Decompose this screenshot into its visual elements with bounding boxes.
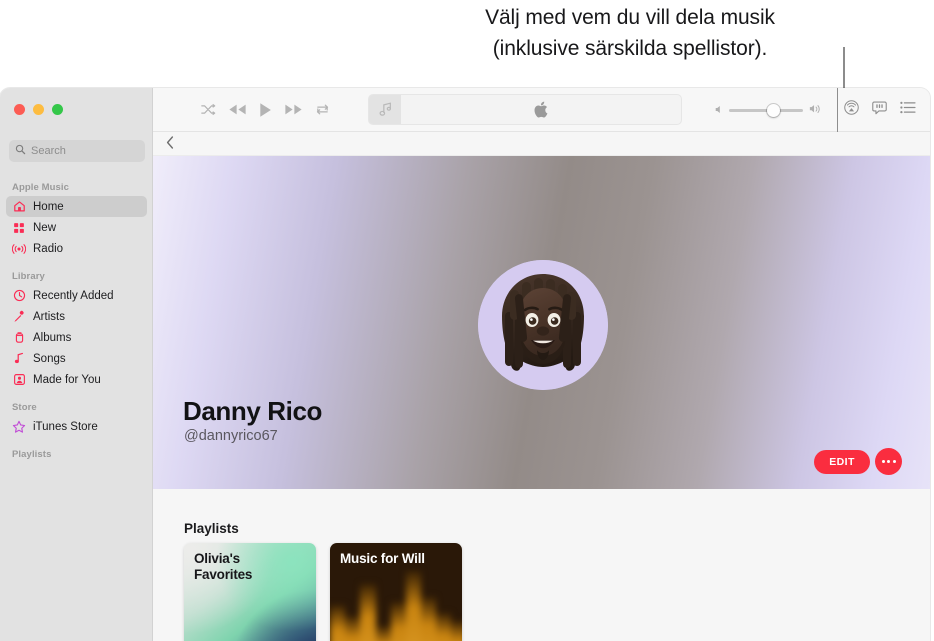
rewind-icon[interactable] xyxy=(228,103,247,116)
star-icon xyxy=(12,420,26,434)
sidebar-section-library-title: Library xyxy=(12,271,45,282)
sidebar-item-radio[interactable]: Radio xyxy=(6,238,147,259)
edit-button[interactable]: EDIT xyxy=(814,450,870,474)
transport-controls xyxy=(201,102,330,118)
profile-handle: @dannyrico67 xyxy=(184,428,278,444)
callout-line-1: Välj med vem du vill dela musik xyxy=(485,6,775,29)
microphone-icon xyxy=(12,310,26,324)
sidebar-item-new[interactable]: New xyxy=(6,217,147,238)
volume-low-icon xyxy=(715,101,723,119)
sidebar-item-label: Home xyxy=(33,200,64,213)
sidebar-item-label: Albums xyxy=(33,331,72,344)
sidebar-item-label: New xyxy=(33,221,57,234)
home-icon xyxy=(12,200,26,214)
playlist-artwork[interactable]: Olivia's Favorites xyxy=(184,543,316,641)
album-icon xyxy=(12,331,26,345)
profile-hero: Danny Rico @dannyrico67 EDIT xyxy=(153,156,930,489)
sidebar-item-label: iTunes Store xyxy=(33,420,98,433)
airplay-icon[interactable] xyxy=(844,100,859,120)
memoji-avatar xyxy=(478,260,608,390)
toolbar-right-buttons xyxy=(844,88,916,132)
now-playing-display[interactable] xyxy=(368,94,682,125)
sidebar-section-playlists-title: Playlists xyxy=(12,449,52,460)
shuffle-icon[interactable] xyxy=(201,103,216,116)
music-app-window: Search Apple Music Home New Radio Librar… xyxy=(0,88,930,641)
grid-icon xyxy=(12,221,26,235)
playlist-grid: Olivia's Favorites Olivia's Favorites Up… xyxy=(184,543,462,641)
search-placeholder: Search xyxy=(31,145,66,157)
sidebar-item-label: Songs xyxy=(33,352,66,365)
callout-line-2: (inklusive särskilda spellistor). xyxy=(492,37,768,60)
music-note-icon[interactable] xyxy=(369,95,401,124)
sidebar-item-itunes-store[interactable]: iTunes Store xyxy=(6,416,147,437)
volume-high-icon xyxy=(809,101,822,119)
toolbar-divider xyxy=(836,88,838,132)
repeat-icon[interactable] xyxy=(315,103,330,116)
sidebar-item-made-for-you[interactable]: Made for You xyxy=(6,369,147,390)
player-toolbar xyxy=(153,88,930,132)
search-icon xyxy=(15,142,26,160)
sidebar-item-albums[interactable]: Albums xyxy=(6,327,147,348)
play-icon[interactable] xyxy=(259,102,272,118)
minimize-button[interactable] xyxy=(33,104,44,115)
page-title: Danny Rico xyxy=(183,396,323,426)
playlist-card[interactable]: Music for Will Music for Will Updated 2 … xyxy=(330,543,462,641)
sidebar-item-label: Made for You xyxy=(33,373,101,386)
playlist-card[interactable]: Olivia's Favorites Olivia's Favorites Up… xyxy=(184,543,316,641)
lyrics-icon[interactable] xyxy=(872,101,887,120)
chevron-left-icon[interactable] xyxy=(166,135,174,152)
radio-icon xyxy=(12,242,26,256)
zoom-button[interactable] xyxy=(52,104,63,115)
sidebar-item-label: Radio xyxy=(33,242,64,255)
playlist-artwork[interactable]: Music for Will xyxy=(330,543,462,641)
callout-text: Välj med vem du vill dela musik (inklusi… xyxy=(400,2,860,64)
sidebar-item-label: Recently Added xyxy=(33,289,114,302)
music-note-icon xyxy=(12,352,26,366)
volume-control[interactable] xyxy=(715,88,822,132)
fast-forward-icon[interactable] xyxy=(284,103,303,116)
sidebar-sections: Apple Music Home New Radio Library Recen… xyxy=(0,170,153,463)
queue-list-icon[interactable] xyxy=(900,101,916,119)
volume-slider[interactable] xyxy=(729,103,803,117)
sidebar-item-label: Artists xyxy=(33,310,65,323)
sidebar-item-home[interactable]: Home xyxy=(6,196,147,217)
close-button[interactable] xyxy=(14,104,25,115)
ellipsis-icon xyxy=(881,460,896,463)
playlist-artwork-title: Olivia's Favorites xyxy=(194,551,253,582)
clock-icon xyxy=(12,289,26,303)
playlist-artwork-title: Music for Will xyxy=(340,551,425,566)
navigation-bar xyxy=(153,132,930,156)
playlists-heading: Playlists xyxy=(184,521,239,536)
person-card-icon xyxy=(12,373,26,387)
screenshot-root: Välj med vem du vill dela musik (inklusi… xyxy=(0,0,934,641)
search-input[interactable]: Search xyxy=(9,140,145,162)
window-controls xyxy=(14,104,63,115)
sidebar-item-songs[interactable]: Songs xyxy=(6,348,147,369)
sidebar-item-artists[interactable]: Artists xyxy=(6,306,147,327)
volume-slider-knob[interactable] xyxy=(767,103,780,117)
apple-logo-icon xyxy=(401,101,681,118)
sidebar: Search Apple Music Home New Radio Librar… xyxy=(0,88,153,641)
playlists-section: Playlists Olivia's Favorites Olivia's Fa… xyxy=(153,489,930,641)
sidebar-item-recently-added[interactable]: Recently Added xyxy=(6,285,147,306)
sidebar-section-apple-music-title: Apple Music xyxy=(12,182,70,193)
sidebar-section-store-title: Store xyxy=(12,402,37,413)
more-options-button[interactable] xyxy=(875,448,902,475)
avatar[interactable] xyxy=(478,260,608,390)
